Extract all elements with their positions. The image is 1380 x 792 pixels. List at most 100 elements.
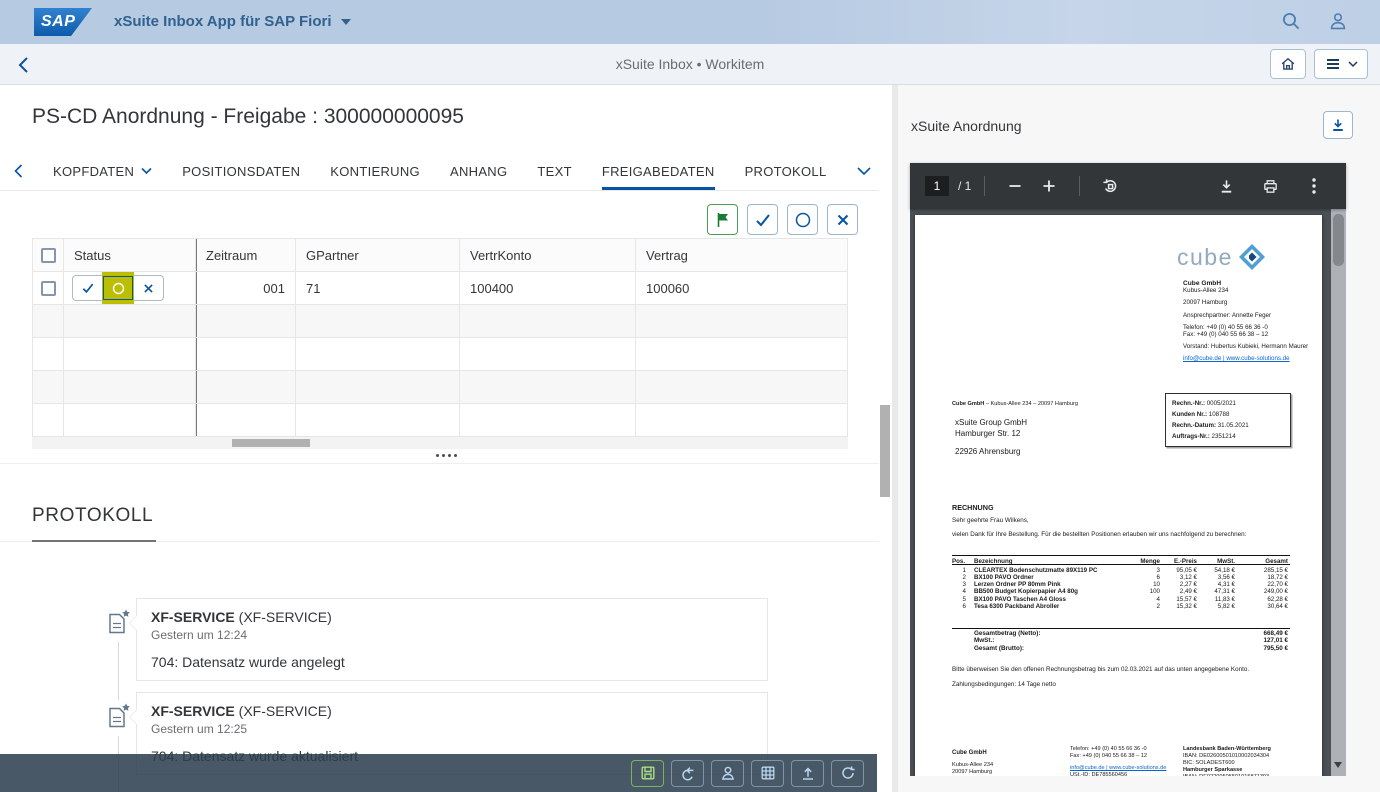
undo-button[interactable] [671,759,704,787]
print-button[interactable] [1258,174,1282,198]
cell-zeitraum[interactable]: 001 [196,272,296,305]
timeline-connector [118,642,119,700]
footer-toolbar [0,754,877,792]
release-table: Status Zeitraum GPartner VertrKonto Vert… [32,238,848,437]
x-icon [837,214,848,225]
horizontal-scrollbar[interactable] [32,437,848,449]
horizontal-scrollbar-thumb[interactable] [232,439,310,447]
meta-row: Auftrags-Nr.: 2351214 [1172,433,1236,440]
column-header-gpartner[interactable]: GPartner [296,239,460,272]
download-icon [1333,119,1343,131]
search-icon[interactable] [1281,11,1301,31]
user-avatar-icon[interactable] [1328,11,1348,31]
select-all-checkbox[interactable] [40,247,56,263]
forward-user-button[interactable] [711,759,744,787]
tab-freigabedaten[interactable]: FREIGABEDATEN [601,152,715,190]
zoom-in-button[interactable] [1037,174,1061,198]
flag-button[interactable] [707,204,738,235]
chevron-down-icon [141,167,152,175]
page-title: PS-CD Anordnung - Freigabe : 30000000009… [32,105,464,128]
empty-cell [196,305,296,338]
tab-kontierung[interactable]: KONTIERUNG [330,152,420,190]
company-city: 20097 Hamburg [1183,299,1228,307]
empty-cell [296,404,460,437]
table-empty-row [32,404,848,437]
user-icon [721,766,734,780]
tab-label: ANHANG [449,163,508,179]
log-user-name: XF-SERVICE [151,609,235,625]
pdf-viewer: 1 / 1 cube Cube GmbH Kubus-Allee 234 200… [910,163,1346,776]
invoice-recipient: xSuite Group GmbH Hamburger Str. 12 2292… [955,417,1027,457]
empty-cell [196,404,296,437]
invoice-payment-note: Bitte überweisen Sie den offenen Rechnun… [952,666,1250,673]
in-process-button[interactable] [787,204,818,235]
column-header-status[interactable]: Status [64,239,196,272]
refresh-button[interactable] [831,759,864,787]
app-title-label: xSuite Inbox App für SAP Fiori [114,13,332,30]
workitem-panel: PS-CD Anordnung - Freigabe : 30000000009… [0,85,892,792]
tabs-overflow-button[interactable] [856,152,871,190]
app-title-menu[interactable]: xSuite Inbox App für SAP Fiori [114,13,351,30]
invoice-intro: vielen Dank für Ihre Bestellung. Für die… [952,531,1247,538]
status-in-process-button-selected[interactable] [102,272,134,304]
column-header-zeitraum[interactable]: Zeitraum [196,239,296,272]
select-all-cell [32,239,64,272]
tab-positionsdaten[interactable]: POSITIONSDATEN [182,152,300,190]
empty-cell [196,338,296,371]
splitter-grip[interactable] [436,454,457,457]
empty-cell [32,338,64,371]
pdf-page-input[interactable]: 1 [925,176,949,196]
vertical-scrollbar-thumb[interactable] [880,405,890,497]
column-header-vertrkonto[interactable]: VertrKonto [460,239,636,272]
protokoll-heading: PROTOKOLL [32,505,154,526]
upload-icon [802,767,813,780]
tab-anhang[interactable]: ANHANG [450,152,507,190]
cell-gpartner[interactable]: 71 [296,272,460,305]
pdf-page-count: / 1 [958,179,972,193]
vertical-scrollbar[interactable] [879,85,891,792]
column-header-vertrag[interactable]: Vertrag [636,239,848,272]
recipient-city: 22926 Ahrensburg [955,447,1021,456]
grid-icon [761,766,774,780]
cube-logo: cube [1177,242,1267,272]
tab-kopfdaten[interactable]: KOPFDATEN [53,152,152,190]
menu-button[interactable] [1314,49,1368,79]
status-reject-button[interactable] [133,276,163,300]
pdf-download-button[interactable] [1214,174,1238,198]
empty-cell [64,404,196,437]
rotate-button[interactable] [1098,174,1122,198]
pdf-scrollbar-thumb[interactable] [1333,214,1344,266]
save-button[interactable] [631,759,664,787]
reject-button[interactable] [827,204,858,235]
more-options-button[interactable] [1302,174,1326,198]
invoice-terms: Zahlungsbedingungen: 14 Tage netto [952,681,1056,688]
empty-cell [32,404,64,437]
approve-button[interactable] [747,204,778,235]
kebab-menu-icon [1312,178,1316,194]
flag-icon [717,212,728,227]
cell-vertrkonto[interactable]: 100400 [460,272,636,305]
tab-label: KOPFDATEN [53,163,135,179]
rotate-icon [1103,178,1117,192]
home-button[interactable] [1270,49,1306,79]
log-entry-user: XF-SERVICE (XF-SERVICE) [151,703,753,719]
invoice-items-table: Pos. Bezeichnung Menge E.-Preis MwSt. Gesamt … [952,555,1290,610]
download-attachment-button[interactable] [1323,111,1353,139]
table-view-button[interactable] [751,759,784,787]
cell-vertrag[interactable]: 100060 [636,272,848,305]
tab-protokoll[interactable]: PROTOKOLL [745,152,827,190]
upload-button[interactable] [791,759,824,787]
tab-text[interactable]: TEXT [537,152,571,190]
printer-icon [1263,179,1277,193]
hamburger-icon [1326,59,1339,69]
footer-web-link: info@cube.de | www.cube-solutions.de [1070,765,1167,771]
row-checkbox[interactable] [40,280,56,296]
zoom-out-button[interactable] [1003,174,1027,198]
pdf-scrollbar[interactable] [1331,209,1346,776]
tab-strip: KOPFDATEN POSITIONSDATEN KONTIERUNG ANHA… [0,152,880,191]
company-board: Vorstand: Hubertus Kubieki, Hermann Maur… [1183,343,1309,351]
status-approve-button[interactable] [73,276,103,300]
status-segmented-control [72,272,164,304]
tab-scroll-left-icon[interactable] [14,152,23,190]
scroll-down-arrow-icon[interactable] [1334,762,1342,772]
